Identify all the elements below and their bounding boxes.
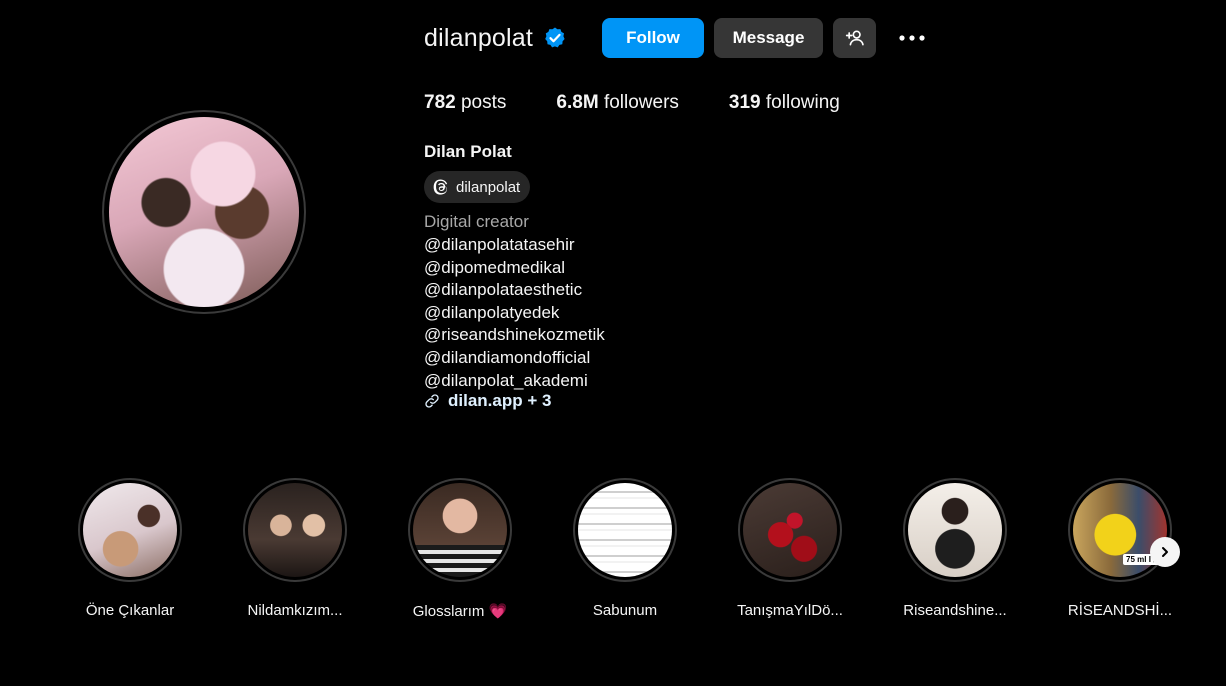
story-highlight[interactable]: Öne Çıkanlar (50, 478, 210, 619)
profile-stats: 782 posts 6.8M followers 319 following (424, 92, 890, 114)
bio: @dilanpolatatasehir @dipomedmedikal @dil… (424, 234, 605, 392)
bio-mention[interactable]: @dilanpolatatasehir (424, 234, 605, 257)
posts-count: 782 (424, 92, 456, 113)
profile-photo (109, 117, 299, 307)
highlight-label: Glosslarım 💗 (412, 603, 508, 620)
highlight-image (413, 483, 507, 577)
chevron-right-icon (1162, 547, 1168, 557)
highlight-label: Riseandshine... (903, 602, 1007, 619)
highlight-image (578, 483, 672, 577)
more-horizontal-icon (899, 35, 925, 41)
story-highlight[interactable]: Nildamkızım... (215, 478, 375, 619)
bio-mention[interactable]: @dilanpolatyedek (424, 302, 605, 325)
following-stat[interactable]: 319 following (729, 92, 840, 114)
highlight-image (908, 483, 1002, 577)
link-text[interactable]: dilan.app + 3 (448, 391, 551, 411)
bio-mention[interactable]: @dilanpolat_akademi (424, 370, 605, 393)
bio-mention[interactable]: @riseandshinekozmetik (424, 324, 605, 347)
highlight-cover[interactable] (738, 478, 842, 582)
more-options-button[interactable] (890, 18, 934, 58)
bio-mention[interactable]: @dilandiamondofficial (424, 347, 605, 370)
highlight-cover[interactable] (573, 478, 677, 582)
username: dilanpolat (424, 23, 534, 52)
highlight-label: Öne Çıkanlar (85, 602, 175, 619)
following-count[interactable]: 319 (729, 92, 761, 113)
bio-mention[interactable]: @dipomedmedikal (424, 257, 605, 280)
bio-mention[interactable]: @dilanpolataesthetic (424, 279, 605, 302)
following-label[interactable]: following (766, 92, 840, 113)
add-user-icon (845, 30, 864, 46)
highlights-next-button[interactable] (1150, 537, 1180, 567)
followers-stat[interactable]: 6.8M followers (556, 92, 679, 114)
highlight-cover[interactable] (408, 478, 512, 582)
highlight-cover[interactable] (243, 478, 347, 582)
profile-header: dilanpolat (424, 18, 567, 58)
threads-handle: dilanpolat (456, 178, 521, 196)
posts-stat: 782 posts (424, 92, 506, 114)
posts-label: posts (460, 92, 507, 113)
followers-label[interactable]: followers (604, 92, 679, 113)
highlight-cover[interactable]: 75 ml I ⌀ (1068, 478, 1172, 582)
follow-button[interactable]: Follow (602, 18, 704, 58)
highlight-cover[interactable] (78, 478, 182, 582)
highlight-label: TanışmaYılDö... (737, 602, 843, 619)
highlight-image (743, 483, 837, 577)
threads-icon (433, 179, 448, 195)
profile-category: Digital creator (424, 212, 529, 231)
highlight-image: 75 ml I ⌀ (1073, 483, 1167, 577)
full-name: Dilan Polat (424, 142, 512, 161)
highlight-label: Sabunum (592, 602, 658, 619)
story-highlight[interactable]: Riseandshine... (875, 478, 1035, 619)
highlight-label: RİSEANDSHİ... (1067, 602, 1173, 619)
story-highlight[interactable]: TanışmaYılDö... (710, 478, 870, 619)
highlight-label: Nildamkızım... (247, 602, 343, 619)
story-highlight[interactable]: Sabunum (545, 478, 705, 619)
highlight-image (83, 483, 177, 577)
highlight-image (248, 483, 342, 577)
suggested-users-button[interactable] (833, 18, 876, 58)
highlight-cover[interactable] (903, 478, 1007, 582)
story-highlight[interactable]: Glosslarım 💗 (380, 478, 540, 620)
profile-link[interactable]: dilan.app + 3 (424, 391, 551, 411)
verified-badge-icon (545, 27, 565, 48)
followers-count[interactable]: 6.8M (556, 92, 598, 113)
link-icon (425, 394, 439, 408)
threads-badge[interactable]: dilanpolat (424, 171, 531, 203)
profile-avatar[interactable] (102, 110, 306, 314)
message-button[interactable]: Message (714, 18, 823, 58)
